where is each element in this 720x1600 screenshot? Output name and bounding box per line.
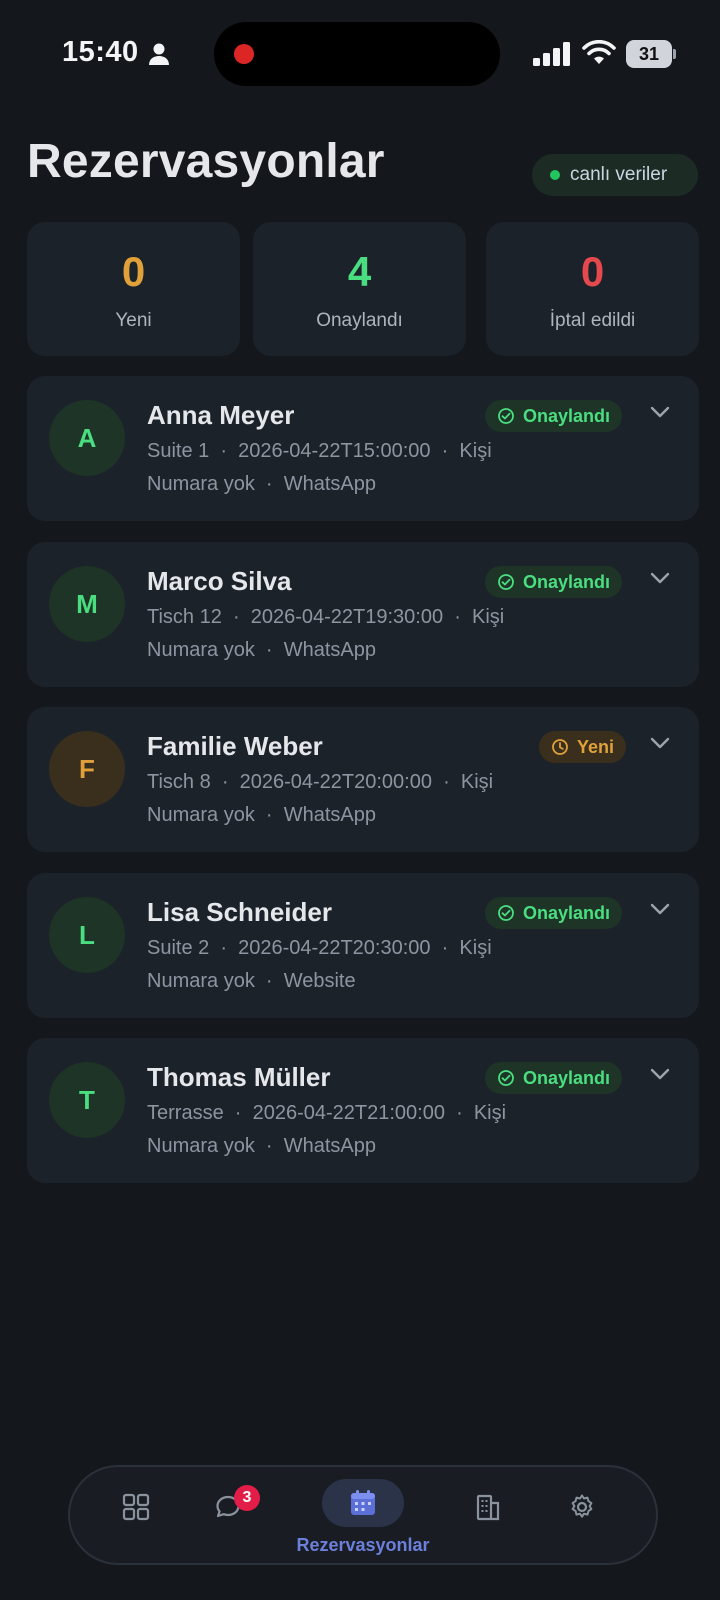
grid-icon [122, 1493, 150, 1521]
check-circle-icon [498, 574, 514, 590]
status-badge: Onaylandı [485, 400, 623, 432]
check-circle-icon [498, 905, 514, 921]
wifi-icon [582, 40, 616, 64]
nav-reservations-label[interactable]: Rezervasyonlar [270, 1535, 456, 1556]
stat-value-confirmed: 4 [347, 248, 372, 295]
status-label: Onaylandı [523, 902, 611, 923]
nav-dashboard[interactable] [116, 1487, 156, 1527]
building-icon [476, 1494, 500, 1521]
status-label: Yeni [577, 736, 615, 757]
reservation-contact: Numara yok · WhatsApp [147, 473, 376, 495]
reservation-details: Suite 1 · 2026-04-22T15:00:00 · Kişi [147, 440, 492, 462]
gear-icon [571, 1494, 593, 1518]
reservation-card[interactable]: T Thomas Müller Onaylandı Terrasse · 202… [27, 1038, 699, 1183]
person-icon [149, 43, 169, 65]
reservation-card[interactable]: A Anna Meyer Onaylandı Suite 1 · 2026-04… [27, 376, 699, 521]
status-time: 15:40 [62, 36, 139, 68]
reservation-details: Suite 2 · 2026-04-22T20:30:00 · Kişi [147, 937, 492, 959]
guest-name: Anna Meyer [147, 400, 295, 430]
stat-card-cancelled[interactable]: 0 İptal edildi [486, 222, 699, 356]
page-title: Rezervasyonlar [27, 135, 385, 188]
reservation-card[interactable]: L Lisa Schneider Onaylandı Suite 2 · 202… [27, 873, 699, 1018]
avatar: T [49, 1062, 125, 1138]
guest-name: Thomas Müller [147, 1062, 331, 1092]
status-badge: Onaylandı [485, 897, 623, 929]
nav-business[interactable] [468, 1487, 508, 1527]
chevron-down-icon[interactable] [649, 570, 671, 586]
stat-label-confirmed: Onaylandı [316, 310, 403, 331]
status-bar: 15:40 31 [0, 0, 720, 110]
reservation-card[interactable]: M Marco Silva Onaylandı Tisch 12 · 2026-… [27, 542, 699, 687]
chevron-down-icon[interactable] [649, 735, 671, 751]
guest-name: Familie Weber [147, 731, 323, 761]
status-badge: Onaylandı [485, 1062, 623, 1094]
reservation-contact: Numara yok · WhatsApp [147, 639, 376, 661]
live-data-badge: canlı veriler [532, 154, 698, 196]
dynamic-island [214, 22, 500, 86]
stat-card-new[interactable]: 0 Yeni [27, 222, 240, 356]
reservation-contact: Numara yok · Website [147, 970, 356, 992]
reservation-details: Tisch 8 · 2026-04-22T20:00:00 · Kişi [147, 771, 494, 793]
avatar: F [49, 731, 125, 807]
reservation-card[interactable]: F Familie Weber Yeni Tisch 8 · 2026-04-2… [27, 707, 699, 852]
check-circle-icon [498, 1070, 514, 1086]
chevron-down-icon[interactable] [649, 1066, 671, 1082]
stat-value-cancelled: 0 [580, 248, 605, 295]
reservation-details: Terrasse · 2026-04-22T21:00:00 · Kişi [147, 1102, 507, 1124]
reservation-contact: Numara yok · WhatsApp [147, 1135, 376, 1157]
status-label: Onaylandı [523, 405, 611, 426]
avatar: M [49, 566, 125, 642]
bottom-navigation: 3 Rezervasyonlar [68, 1465, 658, 1565]
status-label: Onaylandı [523, 571, 611, 592]
reservation-details: Tisch 12 · 2026-04-22T19:30:00 · Kişi [147, 606, 505, 628]
calendar-icon [351, 1490, 375, 1515]
cellular-signal-icon [533, 42, 570, 66]
status-badge: Onaylandı [485, 566, 623, 598]
live-data-label: canlı veriler [570, 164, 668, 185]
unread-count-badge: 3 [234, 1485, 260, 1511]
battery-level: 31 [638, 44, 660, 64]
chevron-down-icon[interactable] [649, 901, 671, 917]
guest-name: Marco Silva [147, 566, 292, 596]
avatar: L [49, 897, 125, 973]
status-badge: Yeni [539, 731, 627, 763]
guest-name: Lisa Schneider [147, 897, 332, 927]
status-label: Onaylandı [523, 1067, 611, 1088]
stat-label-cancelled: İptal edildi [549, 310, 636, 331]
nav-reservations[interactable] [322, 1479, 404, 1527]
battery-indicator: 31 [626, 40, 676, 68]
stat-label-new: Yeni [115, 310, 152, 331]
avatar: A [49, 400, 125, 476]
live-dot-icon [550, 170, 560, 180]
check-circle-icon [498, 408, 514, 424]
chevron-down-icon[interactable] [649, 404, 671, 420]
recording-indicator-icon [234, 44, 254, 64]
clock-icon [552, 739, 568, 755]
nav-settings[interactable] [562, 1487, 602, 1527]
reservation-contact: Numara yok · WhatsApp [147, 804, 376, 826]
stat-value-new: 0 [121, 248, 146, 295]
stat-card-confirmed[interactable]: 4 Onaylandı [253, 222, 466, 356]
